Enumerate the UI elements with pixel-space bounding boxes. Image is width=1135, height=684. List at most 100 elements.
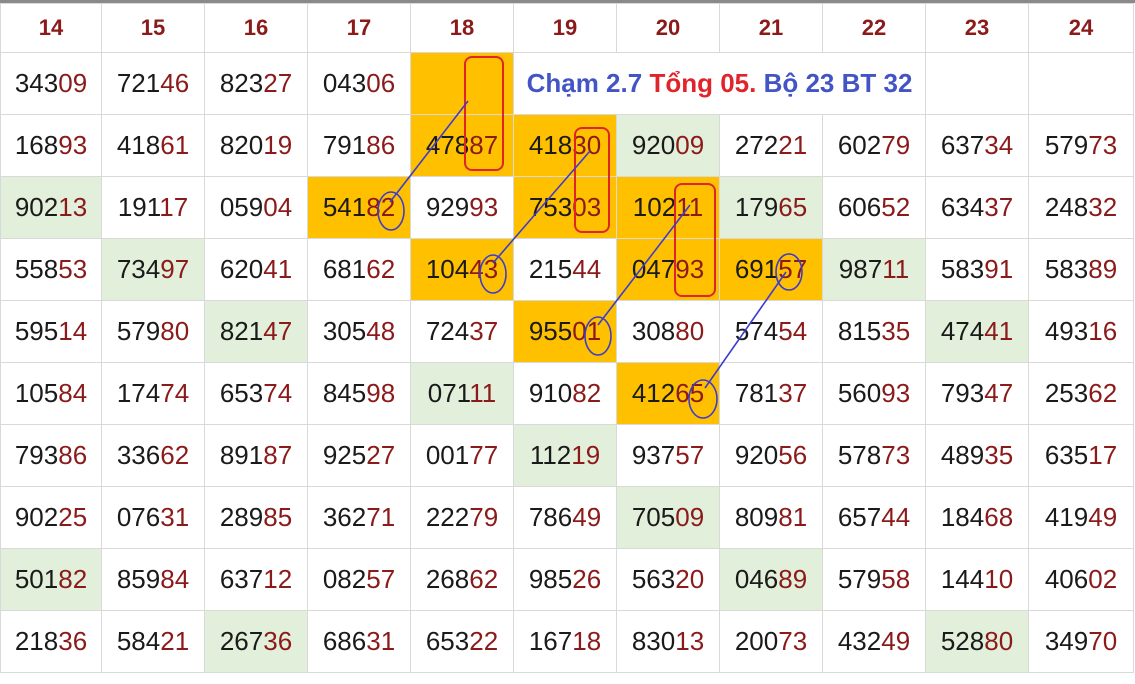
number-cell: 80981 xyxy=(719,486,823,549)
number-tail: 19 xyxy=(571,440,601,470)
number-cell: 78137 xyxy=(719,362,823,425)
number-head: 579 xyxy=(116,316,161,346)
number-tail: 89 xyxy=(778,564,808,594)
column-header: 18 xyxy=(410,3,514,53)
number-tail: 68 xyxy=(984,502,1014,532)
number-head: 574 xyxy=(734,316,779,346)
number-tail: 77 xyxy=(469,440,499,470)
number-cell: 49316 xyxy=(1028,300,1134,363)
number-tail: 04 xyxy=(263,192,293,222)
number-cell: 56093 xyxy=(822,362,926,425)
table-row: 34309 72146 82327 04306 Chạm 2.7 Tổng 05. Bộ… xyxy=(0,52,1134,115)
number-head: 753 xyxy=(528,192,573,222)
column-header: 16 xyxy=(204,3,308,53)
number-tail: 06 xyxy=(366,68,396,98)
number-head: 558 xyxy=(14,254,59,284)
number-cell: 62041 xyxy=(204,238,308,301)
number-cell: 92009 xyxy=(616,114,720,177)
number-cell: 59514 xyxy=(0,300,102,363)
number-head: 248 xyxy=(1044,192,1089,222)
number-head: 001 xyxy=(425,440,470,470)
number-head: 595 xyxy=(14,316,59,346)
number-cell: 60652 xyxy=(822,176,926,239)
table-row: 55853 73497 62041 68162 10443 21544 04793 69157… xyxy=(0,238,1134,301)
number-cell: 20073 xyxy=(719,610,823,673)
number-head: 791 xyxy=(322,130,367,160)
number-head: 902 xyxy=(14,192,59,222)
number-cell: 19117 xyxy=(101,176,205,239)
number-tail: 35 xyxy=(984,440,1014,470)
number-tail: 18 xyxy=(572,626,602,656)
number-head: 272 xyxy=(734,130,779,160)
number-tail: 91 xyxy=(984,254,1014,284)
number-tail: 93 xyxy=(675,254,705,284)
table-row: 16893 41861 82019 79186 47887 41830 92009 27221… xyxy=(0,114,1134,177)
number-cell: 11219 xyxy=(513,424,617,487)
number-cell: 34309 xyxy=(0,52,102,115)
title-part-bo: Bộ 23 BT 32 xyxy=(763,68,913,98)
number-head: 412 xyxy=(631,378,676,408)
number-tail: 36 xyxy=(263,626,293,656)
number-head: 653 xyxy=(219,378,264,408)
number-head: 268 xyxy=(425,564,470,594)
number-head: 043 xyxy=(322,68,367,98)
number-tail: 56 xyxy=(778,440,808,470)
column-header: 23 xyxy=(925,3,1029,53)
number-cell: 57980 xyxy=(101,300,205,363)
number-head: 606 xyxy=(837,192,882,222)
number-cell: 27221 xyxy=(719,114,823,177)
number-head: 047 xyxy=(631,254,676,284)
table-row: 10584 17474 65374 84598 07111 91082 41265 78137… xyxy=(0,362,1134,425)
number-cell: 24832 xyxy=(1028,176,1134,239)
number-cell: 57958 xyxy=(822,548,926,611)
number-head: 104 xyxy=(425,254,470,284)
number-cell: 40602 xyxy=(1028,548,1134,611)
number-cell: 78649 xyxy=(513,486,617,549)
number-tail: 25 xyxy=(58,502,88,532)
number-cell: 41861 xyxy=(101,114,205,177)
number-head: 845 xyxy=(322,378,367,408)
number-tail: 74 xyxy=(160,378,190,408)
number-tail: 57 xyxy=(778,254,808,284)
number-cell: 47887 xyxy=(410,114,514,177)
number-tail: 80 xyxy=(984,626,1014,656)
number-cell: 00177 xyxy=(410,424,514,487)
number-tail: 27 xyxy=(263,68,293,98)
number-cell: 57873 xyxy=(822,424,926,487)
number-tail: 62 xyxy=(469,564,499,594)
number-cell: 82147 xyxy=(204,300,308,363)
number-cell: 10211 xyxy=(616,176,720,239)
number-tail: 82 xyxy=(366,192,396,222)
lottery-results-table: 14 15 16 17 18 19 20 21 22 23 24 34309 72146 82327 04… xyxy=(0,3,1134,673)
number-tail: 84 xyxy=(160,564,190,594)
number-tail: 79 xyxy=(881,130,911,160)
number-cell: 72437 xyxy=(410,300,514,363)
number-tail: 84 xyxy=(58,378,88,408)
number-cell: 30548 xyxy=(307,300,411,363)
number-tail: 27 xyxy=(366,440,396,470)
column-header: 21 xyxy=(719,3,823,53)
number-cell: 16718 xyxy=(513,610,617,673)
number-cell: 18468 xyxy=(925,486,1029,549)
number-tail: 19 xyxy=(263,130,293,160)
number-tail: 54 xyxy=(778,316,808,346)
number-head: 781 xyxy=(734,378,779,408)
number-head: 474 xyxy=(940,316,985,346)
column-header: 17 xyxy=(307,3,411,53)
table-row: 21836 58421 26736 68631 65322 16718 83013 20073… xyxy=(0,610,1134,673)
number-head: 071 xyxy=(427,378,470,408)
number-head: 602 xyxy=(837,130,882,160)
number-tail: 31 xyxy=(366,626,396,656)
column-header: 22 xyxy=(822,3,926,53)
number-cell: 63517 xyxy=(1028,424,1134,487)
number-cell: 56320 xyxy=(616,548,720,611)
number-head: 820 xyxy=(219,130,264,160)
number-cell: 04306 xyxy=(307,52,411,115)
number-tail: 65 xyxy=(778,192,808,222)
number-tail: 71 xyxy=(366,502,396,532)
number-cell: 63437 xyxy=(925,176,1029,239)
number-tail: 93 xyxy=(469,192,499,222)
number-cell: 92527 xyxy=(307,424,411,487)
number-tail: 52 xyxy=(881,192,911,222)
number-tail: 93 xyxy=(881,378,911,408)
